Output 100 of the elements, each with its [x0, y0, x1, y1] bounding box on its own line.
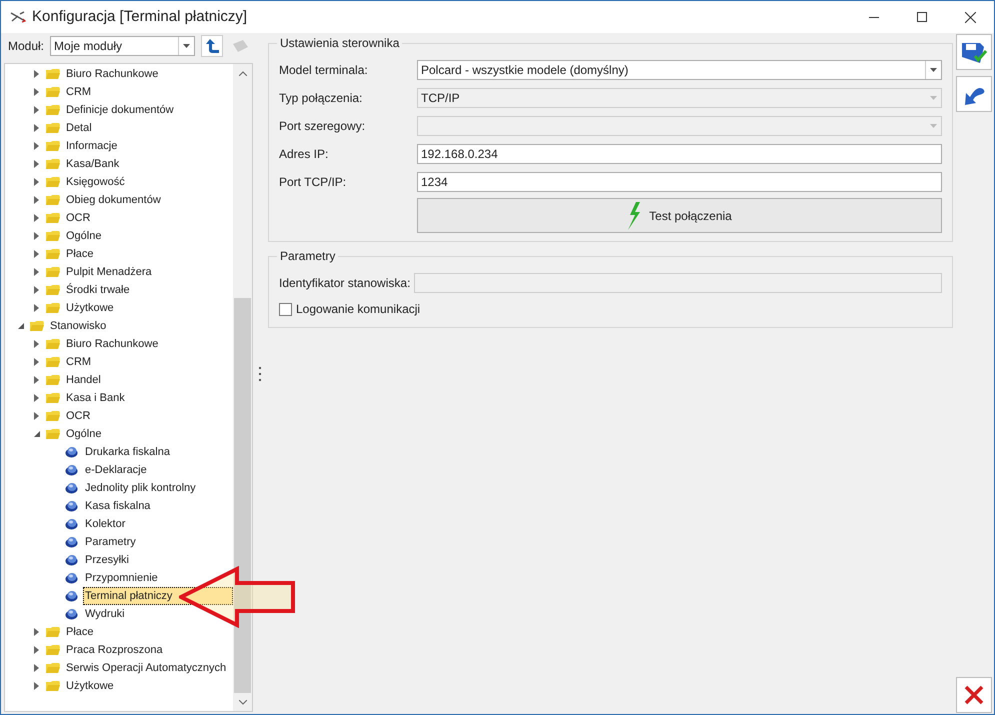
folder-icon: [45, 140, 61, 152]
expand-triangle-icon[interactable]: [34, 646, 39, 654]
folder-icon: [45, 410, 61, 422]
scrollbar[interactable]: [233, 64, 252, 711]
tree-item[interactable]: Wydruki: [83, 605, 127, 623]
maximize-icon: [917, 12, 927, 22]
tree-item[interactable]: Stanowisko: [48, 317, 108, 335]
gear-icon: [65, 482, 78, 494]
minimize-icon: [869, 16, 879, 18]
undo-button[interactable]: [956, 76, 992, 112]
folder-icon: [45, 194, 61, 206]
tree-item[interactable]: CRM: [64, 83, 94, 101]
tree-item[interactable]: Ogólne: [64, 227, 104, 245]
cancel-button[interactable]: [956, 677, 992, 713]
scroll-up-icon: [238, 70, 246, 76]
expand-triangle-icon[interactable]: [34, 196, 39, 204]
tree-item[interactable]: Terminal płatniczy: [83, 587, 233, 605]
expand-triangle-icon[interactable]: [34, 376, 39, 384]
tree-item[interactable]: Biuro Rachunkowe: [64, 65, 160, 83]
expand-triangle-icon[interactable]: [34, 214, 39, 222]
expand-triangle-icon[interactable]: [34, 286, 39, 294]
expand-triangle-icon[interactable]: [34, 178, 39, 186]
tree-item[interactable]: Użytkowe: [64, 299, 116, 317]
module-dropdown[interactable]: Moje moduły: [50, 36, 196, 56]
tree-item[interactable]: Kasa i Bank: [64, 389, 127, 407]
tree-item[interactable]: Parametry: [83, 533, 138, 551]
gear-icon: [65, 536, 78, 548]
tree-item[interactable]: Handel: [64, 371, 103, 389]
expand-triangle-icon[interactable]: [34, 340, 39, 348]
folder-icon: [45, 338, 61, 350]
gear-icon: [65, 446, 78, 458]
expand-triangle-icon[interactable]: [34, 358, 39, 366]
collapse-triangle-icon[interactable]: [34, 431, 40, 437]
expand-triangle-icon[interactable]: [34, 142, 39, 150]
tree-item[interactable]: Użytkowe: [64, 677, 116, 695]
folder-icon: [45, 86, 61, 98]
gear-icon: [65, 590, 78, 602]
field-label: Model terminala:: [279, 62, 369, 78]
dropdown-arrow-icon: [930, 68, 937, 72]
scrollbar-thumb[interactable]: [234, 298, 251, 693]
field-label: Adres IP:: [279, 146, 330, 162]
gear-icon: [65, 554, 78, 566]
expand-triangle-icon[interactable]: [34, 394, 39, 402]
window-title: Konfiguracja [Terminal płatniczy]: [32, 6, 248, 27]
expand-triangle-icon[interactable]: [34, 124, 39, 132]
field-label: Port TCP/IP:: [279, 174, 348, 190]
tree-item[interactable]: Drukarka fiskalna: [83, 443, 172, 461]
input-field[interactable]: 1234: [417, 172, 942, 192]
tree-item[interactable]: e-Deklaracje: [83, 461, 149, 479]
expand-triangle-icon[interactable]: [34, 160, 39, 168]
save-button[interactable]: [956, 34, 992, 70]
tree-item[interactable]: OCR: [64, 209, 92, 227]
collapse-triangle-icon[interactable]: [18, 323, 24, 329]
back-button[interactable]: [201, 35, 224, 57]
tree-item[interactable]: Praca Rozproszona: [64, 641, 165, 659]
tree-item[interactable]: Przypomnienie: [83, 569, 160, 587]
scroll-down-icon: [238, 700, 246, 704]
tree-item[interactable]: Kolektor: [83, 515, 128, 533]
expand-triangle-icon[interactable]: [34, 628, 39, 636]
expand-triangle-icon[interactable]: [34, 70, 39, 78]
expand-triangle-icon[interactable]: [34, 682, 39, 690]
tree-item[interactable]: Środki trwałe: [64, 281, 132, 299]
group-title: Parametry: [277, 249, 338, 263]
expand-triangle-icon[interactable]: [34, 250, 39, 258]
tree-item[interactable]: Płace: [64, 623, 96, 641]
expand-triangle-icon[interactable]: [34, 412, 39, 420]
folder-icon: [45, 176, 61, 188]
expand-triangle-icon[interactable]: [34, 268, 39, 276]
expand-triangle-icon[interactable]: [34, 304, 39, 312]
input-field[interactable]: 192.168.0.234: [417, 144, 942, 164]
expand-triangle-icon[interactable]: [34, 664, 39, 672]
field-label: Port szeregowy:: [279, 118, 366, 134]
dropdown-arrow-icon: [930, 96, 936, 100]
tree-item[interactable]: Pulpit Menadżera: [64, 263, 154, 281]
close-icon: [964, 685, 984, 705]
tree-item[interactable]: Informacje: [64, 137, 120, 155]
expand-triangle-icon[interactable]: [34, 232, 39, 240]
tree-item[interactable]: Jednolity plik kontrolny: [83, 479, 198, 497]
tree-item[interactable]: Definicje dokumentów: [64, 101, 176, 119]
tree-item[interactable]: Ogólne: [64, 425, 104, 443]
expand-triangle-icon[interactable]: [34, 106, 39, 114]
tree-item[interactable]: Kasa fiskalna: [83, 497, 152, 515]
folder-icon: [45, 104, 61, 116]
test-connection-button[interactable]: Test połączenia: [417, 198, 942, 233]
app-icon: [10, 10, 26, 24]
tree-item[interactable]: Księgowość: [64, 173, 127, 191]
tree-item[interactable]: Obieg dokumentów: [64, 191, 163, 209]
tree-item[interactable]: Kasa/Bank: [64, 155, 122, 173]
tree-item[interactable]: Biuro Rachunkowe: [64, 335, 160, 353]
dropdown-field[interactable]: Polcard - wszystkie modele (domyślny): [417, 60, 942, 80]
tree-item[interactable]: OCR: [64, 407, 92, 425]
field-label: Typ połączenia:: [279, 90, 364, 106]
expand-triangle-icon[interactable]: [34, 88, 39, 96]
checkbox[interactable]: [279, 302, 292, 316]
tree-item[interactable]: CRM: [64, 353, 94, 371]
tree-item[interactable]: Płace: [64, 245, 96, 263]
folder-icon: [29, 320, 45, 332]
tree-item[interactable]: Serwis Operacji Automatycznych: [64, 659, 228, 677]
tree-item[interactable]: Detal: [64, 119, 94, 137]
tree-item[interactable]: Przesyłki: [83, 551, 132, 569]
